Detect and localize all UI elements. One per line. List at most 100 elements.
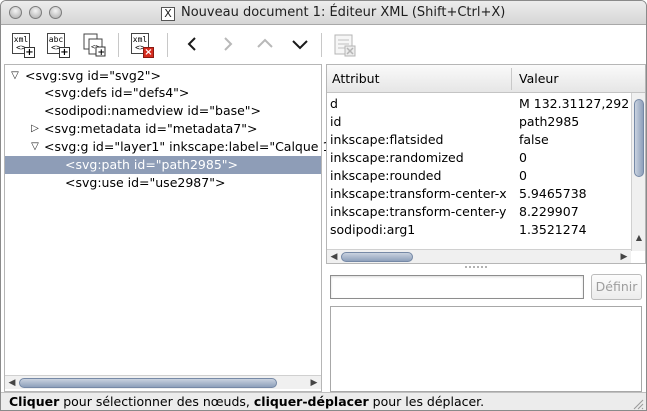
xml-editor-window: X Nouveau document 1: Éditeur XML (Shift+… (0, 0, 647, 411)
duplicate-node-icon: <> + (83, 33, 106, 58)
attribute-name: inkscape:rounded (330, 168, 442, 183)
attribute-value: false (519, 132, 549, 147)
expand-triangle-icon[interactable]: ▷ (29, 120, 41, 138)
column-divider[interactable] (511, 68, 512, 90)
svg-text:+: + (98, 48, 106, 58)
indent-node-icon (224, 37, 233, 51)
tree-node-label: <svg:g id="layer1" inkscape:label="Calqu… (44, 139, 347, 154)
window-title-text: Nouveau document 1: Éditeur XML (Shift+C… (181, 5, 506, 20)
tree-node-metadata[interactable]: ▷ <svg:metadata id="metadata7"> (5, 120, 321, 138)
lower-node-icon (292, 40, 308, 50)
duplicate-node-button[interactable]: <> + (81, 32, 107, 58)
attribute-name: inkscape:transform-center-y (330, 204, 507, 219)
attribute-row[interactable]: inkscape:rounded 0 (327, 167, 627, 185)
raise-node-button[interactable] (253, 31, 277, 57)
new-text-node-button[interactable]: abc <> + (45, 32, 71, 58)
set-attribute-button[interactable]: Définir (591, 274, 642, 300)
attribute-name: inkscape:randomized (330, 150, 464, 165)
resize-grip-icon[interactable] (632, 398, 644, 410)
tree-node-label: <svg:metadata id="metadata7"> (44, 121, 258, 136)
raise-node-icon (257, 38, 273, 48)
delete-node-icon-text: xml (132, 35, 148, 44)
scroll-left-icon[interactable]: ◀ (6, 376, 18, 390)
tree-node-layer1[interactable]: ▽ <svg:g id="layer1" inkscape:label="Cal… (5, 138, 347, 156)
toolbar-separator (118, 33, 119, 57)
delete-x-icon: × (143, 47, 154, 58)
collapse-triangle-icon[interactable]: ▽ (29, 138, 41, 156)
attribute-value: 1.3521274 (519, 222, 587, 237)
attribute-value: 0 (519, 168, 527, 183)
attribute-row[interactable]: id path2985 (327, 113, 627, 131)
attribute-list-header: Attribut Valeur (327, 65, 645, 93)
status-text: pour les déplacer. (368, 394, 485, 409)
tree-node-label: <svg:svg id="svg2"> (25, 68, 161, 83)
scrollbar-thumb[interactable] (634, 99, 644, 177)
attribute-name-input[interactable] (330, 275, 584, 299)
scroll-right-icon[interactable]: ▶ (308, 376, 320, 390)
x11-app-icon: X (161, 7, 175, 21)
attribute-name: inkscape:transform-center-x (330, 186, 507, 201)
attribute-name: inkscape:flatsided (330, 132, 444, 147)
zoom-window-button[interactable] (49, 6, 62, 19)
close-window-button[interactable] (9, 6, 22, 19)
plus-icon: + (24, 47, 35, 58)
scroll-left-icon[interactable]: ◀ (328, 250, 340, 263)
attribute-row[interactable]: d M 132.31127,292 (327, 95, 629, 113)
toolbar: xml <> + abc <> + <> + xml <> × (1, 26, 646, 64)
attribute-name: d (330, 96, 338, 111)
indent-node-button[interactable] (216, 31, 240, 57)
attribute-value: 8.229907 (519, 204, 579, 219)
scrollbar-thumb[interactable] (341, 252, 413, 262)
attribute-vertical-scrollbar[interactable]: ▲ (631, 93, 645, 251)
minimize-window-button[interactable] (29, 6, 42, 19)
new-text-node-icon-text: abc (48, 35, 64, 44)
attribute-name: sodipodi:arg1 (330, 222, 416, 237)
plus-icon: + (59, 47, 70, 58)
tree-node-label: <svg:use id="use2987"> (65, 175, 226, 190)
attribute-value-textarea[interactable] (330, 306, 642, 392)
value-column-header[interactable]: Valeur (519, 71, 558, 86)
tree-node-defs[interactable]: <svg:defs id="defs4"> (5, 84, 321, 102)
lower-node-button[interactable] (288, 31, 312, 57)
scroll-right-icon[interactable]: ▶ (618, 250, 630, 263)
delete-attribute-button[interactable] (332, 32, 358, 58)
attribute-row[interactable]: inkscape:flatsided false (327, 131, 627, 149)
unindent-node-icon (187, 37, 196, 51)
attribute-column-header[interactable]: Attribut (332, 71, 380, 86)
tree-node-use[interactable]: <svg:use id="use2987"> (5, 174, 321, 192)
window-title: X Nouveau document 1: Éditeur XML (Shift+… (161, 5, 505, 21)
attribute-horizontal-scrollbar[interactable]: ◀ ▶ (327, 249, 631, 263)
pane-splitter-handle[interactable] (463, 264, 491, 270)
collapse-triangle-icon[interactable]: ▽ (9, 67, 21, 85)
attribute-list-panel[interactable]: Attribut Valeur d M 132.31127,292 id pat… (326, 64, 646, 264)
tree-node-namedview[interactable]: <sodipodi:namedview id="base"> (5, 102, 321, 120)
attribute-name: id (330, 114, 342, 129)
delete-attribute-icon (334, 34, 356, 57)
scrollbar-thumb[interactable] (19, 378, 277, 388)
node-tree-panel[interactable]: ▽ <svg:svg id="svg2"> <svg:defs id="defs… (4, 64, 347, 392)
status-text-bold: Cliquer (9, 394, 60, 409)
attribute-row[interactable]: inkscape:transform-center-x 5.9465738 (327, 185, 627, 203)
tree-horizontal-scrollbar[interactable]: ◀ ▶ (5, 375, 321, 389)
status-text: pour sélectionner des nœuds, (59, 394, 254, 409)
attribute-value: 5.9465738 (519, 186, 587, 201)
toolbar-separator (167, 33, 168, 57)
tree-node-label: <svg:defs id="defs4"> (44, 85, 190, 100)
status-text-bold: cliquer-déplacer (253, 394, 369, 409)
attribute-value: path2985 (519, 114, 580, 129)
toolbar-separator (321, 33, 322, 57)
title-bar: X Nouveau document 1: Éditeur XML (Shift+… (1, 1, 646, 25)
unindent-node-button[interactable] (180, 31, 204, 57)
tree-node-label: <sodipodi:namedview id="base"> (44, 103, 262, 118)
attribute-row[interactable]: inkscape:randomized 0 (327, 149, 627, 167)
attribute-row[interactable]: inkscape:transform-center-y 8.229907 (327, 203, 627, 221)
tree-node-path-selected[interactable]: <svg:path id="path2985"> (5, 156, 321, 174)
delete-node-button[interactable]: xml <> × (129, 32, 155, 58)
tree-node-svg-root[interactable]: ▽ <svg:svg id="svg2"> (5, 67, 321, 85)
status-bar: Cliquer pour sélectionner des nœuds, cli… (1, 392, 646, 410)
new-element-node-button[interactable]: xml <> + (10, 32, 36, 58)
attribute-value: M 132.31127,292 (519, 96, 629, 111)
scroll-up-icon[interactable]: ▲ (632, 233, 645, 242)
attribute-row[interactable]: sodipodi:arg1 1.3521274 (327, 221, 627, 239)
attribute-value: 0 (519, 150, 527, 165)
